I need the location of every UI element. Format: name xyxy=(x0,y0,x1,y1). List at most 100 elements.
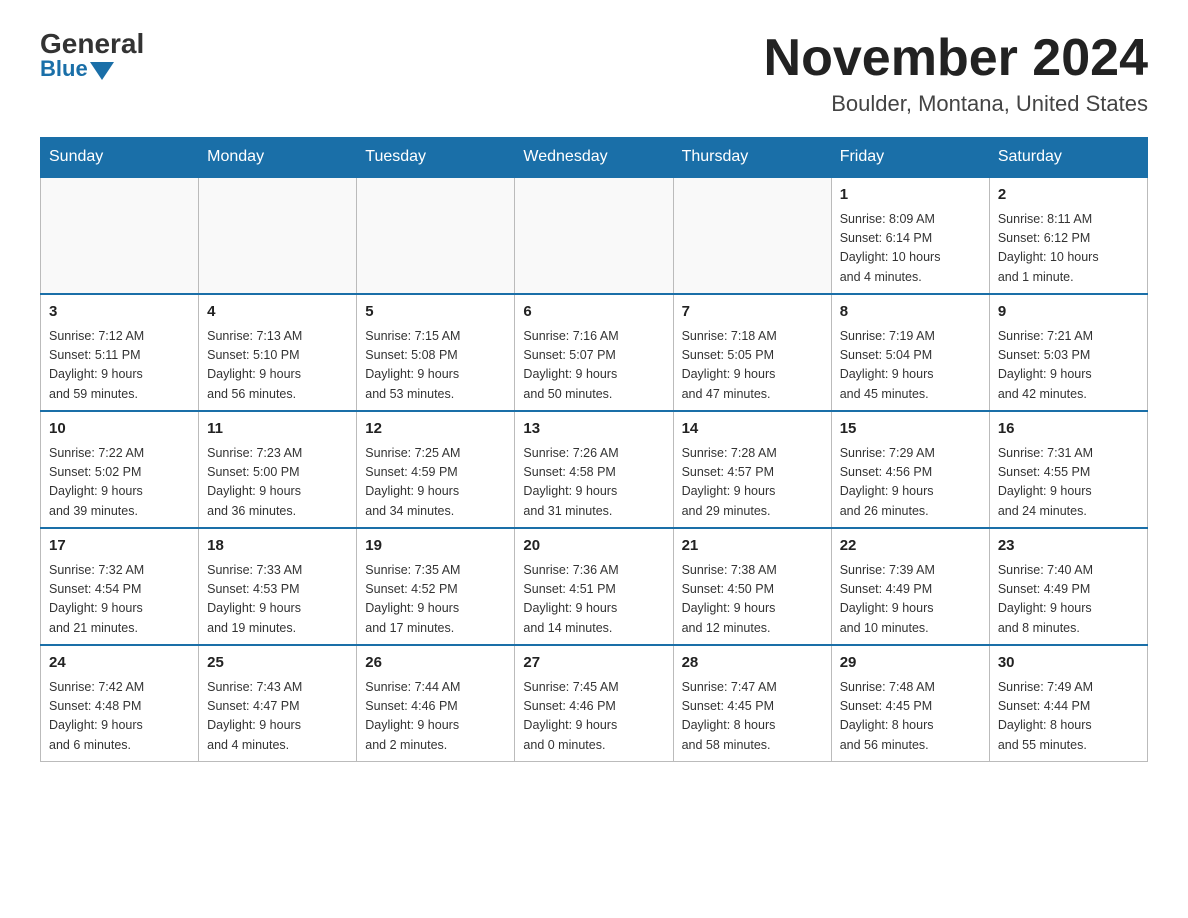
calendar-cell: 12Sunrise: 7:25 AM Sunset: 4:59 PM Dayli… xyxy=(357,411,515,528)
calendar-cell: 16 Sunrise: 7:31 AM Sunset: 4:55 PM Dayli… xyxy=(989,411,1147,528)
calendar-cell xyxy=(673,177,831,294)
month-title: November 2024 xyxy=(764,30,1148,87)
calendar-cell: 22 Sunrise: 7:39 AM Sunset: 4:49 PM Dayli… xyxy=(831,528,989,645)
page-header: General Blue November 2024 Boulder, Mont… xyxy=(40,30,1148,117)
weekday-header-row: SundayMondayTuesdayWednesdayThursdayFrid… xyxy=(41,138,1148,178)
day-info: Sunrise: 7:28 AM Sunset: 4:57 PM Dayligh… xyxy=(682,444,823,522)
week-row-2: 3 Sunrise: 7:12 AM Sunset: 5:11 PM Daylig… xyxy=(41,294,1148,411)
week-row-4: 17Sunrise: 7:32 AM Sunset: 4:54 PM Dayli… xyxy=(41,528,1148,645)
week-row-5: 24 Sunrise: 7:42 AM Sunset: 4:48 PM Dayli… xyxy=(41,645,1148,762)
calendar-cell: 13 Sunrise: 7:26 AM Sunset: 4:58 PM Dayli… xyxy=(515,411,673,528)
day-info: Sunrise: 7:47 AM Sunset: 4:45 PM Dayligh… xyxy=(682,678,823,756)
calendar-cell xyxy=(41,177,199,294)
calendar-cell: 15 Sunrise: 7:29 AM Sunset: 4:56 PM Dayli… xyxy=(831,411,989,528)
calendar-cell xyxy=(357,177,515,294)
day-number: 14 xyxy=(682,418,823,441)
day-number: 8 xyxy=(840,301,981,324)
calendar-cell: 11Sunrise: 7:23 AM Sunset: 5:00 PM Dayli… xyxy=(199,411,357,528)
day-number: 30 xyxy=(998,652,1139,675)
day-number: 4 xyxy=(207,301,348,324)
day-info: Sunrise: 7:22 AM Sunset: 5:02 PM Dayligh… xyxy=(49,444,190,522)
day-number: 27 xyxy=(523,652,664,675)
day-info: Sunrise: 7:33 AM Sunset: 4:53 PM Dayligh… xyxy=(207,561,348,639)
day-info: Sunrise: 7:49 AM Sunset: 4:44 PM Dayligh… xyxy=(998,678,1139,756)
day-info: Sunrise: 7:13 AM Sunset: 5:10 PM Dayligh… xyxy=(207,327,348,405)
calendar-cell xyxy=(515,177,673,294)
calendar-cell: 7 Sunrise: 7:18 AM Sunset: 5:05 PM Daylig… xyxy=(673,294,831,411)
week-row-3: 10Sunrise: 7:22 AM Sunset: 5:02 PM Dayli… xyxy=(41,411,1148,528)
calendar-cell: 23Sunrise: 7:40 AM Sunset: 4:49 PM Dayli… xyxy=(989,528,1147,645)
day-info: Sunrise: 7:29 AM Sunset: 4:56 PM Dayligh… xyxy=(840,444,981,522)
day-number: 9 xyxy=(998,301,1139,324)
calendar-cell: 10Sunrise: 7:22 AM Sunset: 5:02 PM Dayli… xyxy=(41,411,199,528)
day-info: Sunrise: 7:31 AM Sunset: 4:55 PM Dayligh… xyxy=(998,444,1139,522)
day-number: 29 xyxy=(840,652,981,675)
weekday-header-thursday: Thursday xyxy=(673,138,831,178)
day-number: 15 xyxy=(840,418,981,441)
week-row-1: 1 Sunrise: 8:09 AM Sunset: 6:14 PM Daylig… xyxy=(41,177,1148,294)
day-info: Sunrise: 7:12 AM Sunset: 5:11 PM Dayligh… xyxy=(49,327,190,405)
weekday-header-wednesday: Wednesday xyxy=(515,138,673,178)
day-number: 17 xyxy=(49,535,190,558)
day-info: Sunrise: 8:09 AM Sunset: 6:14 PM Dayligh… xyxy=(840,210,981,288)
day-info: Sunrise: 7:43 AM Sunset: 4:47 PM Dayligh… xyxy=(207,678,348,756)
day-info: Sunrise: 7:15 AM Sunset: 5:08 PM Dayligh… xyxy=(365,327,506,405)
day-info: Sunrise: 7:45 AM Sunset: 4:46 PM Dayligh… xyxy=(523,678,664,756)
location-text: Boulder, Montana, United States xyxy=(764,91,1148,117)
day-info: Sunrise: 7:42 AM Sunset: 4:48 PM Dayligh… xyxy=(49,678,190,756)
day-info: Sunrise: 7:21 AM Sunset: 5:03 PM Dayligh… xyxy=(998,327,1139,405)
calendar-cell: 28 Sunrise: 7:47 AM Sunset: 4:45 PM Dayli… xyxy=(673,645,831,762)
day-info: Sunrise: 7:36 AM Sunset: 4:51 PM Dayligh… xyxy=(523,561,664,639)
calendar-cell: 30 Sunrise: 7:49 AM Sunset: 4:44 PM Dayli… xyxy=(989,645,1147,762)
calendar-cell: 26 Sunrise: 7:44 AM Sunset: 4:46 PM Dayli… xyxy=(357,645,515,762)
day-number: 13 xyxy=(523,418,664,441)
calendar-cell: 17Sunrise: 7:32 AM Sunset: 4:54 PM Dayli… xyxy=(41,528,199,645)
day-number: 25 xyxy=(207,652,348,675)
day-number: 2 xyxy=(998,184,1139,207)
calendar-cell: 4 Sunrise: 7:13 AM Sunset: 5:10 PM Daylig… xyxy=(199,294,357,411)
day-info: Sunrise: 7:39 AM Sunset: 4:49 PM Dayligh… xyxy=(840,561,981,639)
day-number: 22 xyxy=(840,535,981,558)
logo-triangle-icon xyxy=(90,62,114,80)
day-number: 21 xyxy=(682,535,823,558)
calendar-cell: 14 Sunrise: 7:28 AM Sunset: 4:57 PM Dayli… xyxy=(673,411,831,528)
day-number: 12 xyxy=(365,418,506,441)
calendar-cell: 25 Sunrise: 7:43 AM Sunset: 4:47 PM Dayli… xyxy=(199,645,357,762)
day-info: Sunrise: 7:38 AM Sunset: 4:50 PM Dayligh… xyxy=(682,561,823,639)
day-number: 6 xyxy=(523,301,664,324)
logo: General Blue xyxy=(40,30,144,80)
day-info: Sunrise: 7:40 AM Sunset: 4:49 PM Dayligh… xyxy=(998,561,1139,639)
calendar-cell: 19Sunrise: 7:35 AM Sunset: 4:52 PM Dayli… xyxy=(357,528,515,645)
day-number: 3 xyxy=(49,301,190,324)
calendar-cell: 21 Sunrise: 7:38 AM Sunset: 4:50 PM Dayli… xyxy=(673,528,831,645)
weekday-header-sunday: Sunday xyxy=(41,138,199,178)
day-info: Sunrise: 7:26 AM Sunset: 4:58 PM Dayligh… xyxy=(523,444,664,522)
weekday-header-tuesday: Tuesday xyxy=(357,138,515,178)
logo-blue-text: Blue xyxy=(40,58,114,80)
calendar-cell: 24 Sunrise: 7:42 AM Sunset: 4:48 PM Dayli… xyxy=(41,645,199,762)
calendar-cell: 2 Sunrise: 8:11 AM Sunset: 6:12 PM Daylig… xyxy=(989,177,1147,294)
day-info: Sunrise: 7:44 AM Sunset: 4:46 PM Dayligh… xyxy=(365,678,506,756)
calendar-cell: 1 Sunrise: 8:09 AM Sunset: 6:14 PM Daylig… xyxy=(831,177,989,294)
day-number: 18 xyxy=(207,535,348,558)
day-number: 16 xyxy=(998,418,1139,441)
title-section: November 2024 Boulder, Montana, United S… xyxy=(764,30,1148,117)
day-number: 7 xyxy=(682,301,823,324)
day-number: 19 xyxy=(365,535,506,558)
day-info: Sunrise: 7:18 AM Sunset: 5:05 PM Dayligh… xyxy=(682,327,823,405)
calendar-cell: 5Sunrise: 7:15 AM Sunset: 5:08 PM Daylig… xyxy=(357,294,515,411)
day-number: 28 xyxy=(682,652,823,675)
day-info: Sunrise: 8:11 AM Sunset: 6:12 PM Dayligh… xyxy=(998,210,1139,288)
calendar-cell: 6 Sunrise: 7:16 AM Sunset: 5:07 PM Daylig… xyxy=(515,294,673,411)
day-number: 1 xyxy=(840,184,981,207)
calendar-cell: 3 Sunrise: 7:12 AM Sunset: 5:11 PM Daylig… xyxy=(41,294,199,411)
day-info: Sunrise: 7:19 AM Sunset: 5:04 PM Dayligh… xyxy=(840,327,981,405)
day-info: Sunrise: 7:23 AM Sunset: 5:00 PM Dayligh… xyxy=(207,444,348,522)
calendar-cell: 8 Sunrise: 7:19 AM Sunset: 5:04 PM Daylig… xyxy=(831,294,989,411)
day-number: 24 xyxy=(49,652,190,675)
calendar-cell: 9 Sunrise: 7:21 AM Sunset: 5:03 PM Daylig… xyxy=(989,294,1147,411)
calendar-cell xyxy=(199,177,357,294)
day-number: 26 xyxy=(365,652,506,675)
day-info: Sunrise: 7:16 AM Sunset: 5:07 PM Dayligh… xyxy=(523,327,664,405)
day-info: Sunrise: 7:48 AM Sunset: 4:45 PM Dayligh… xyxy=(840,678,981,756)
